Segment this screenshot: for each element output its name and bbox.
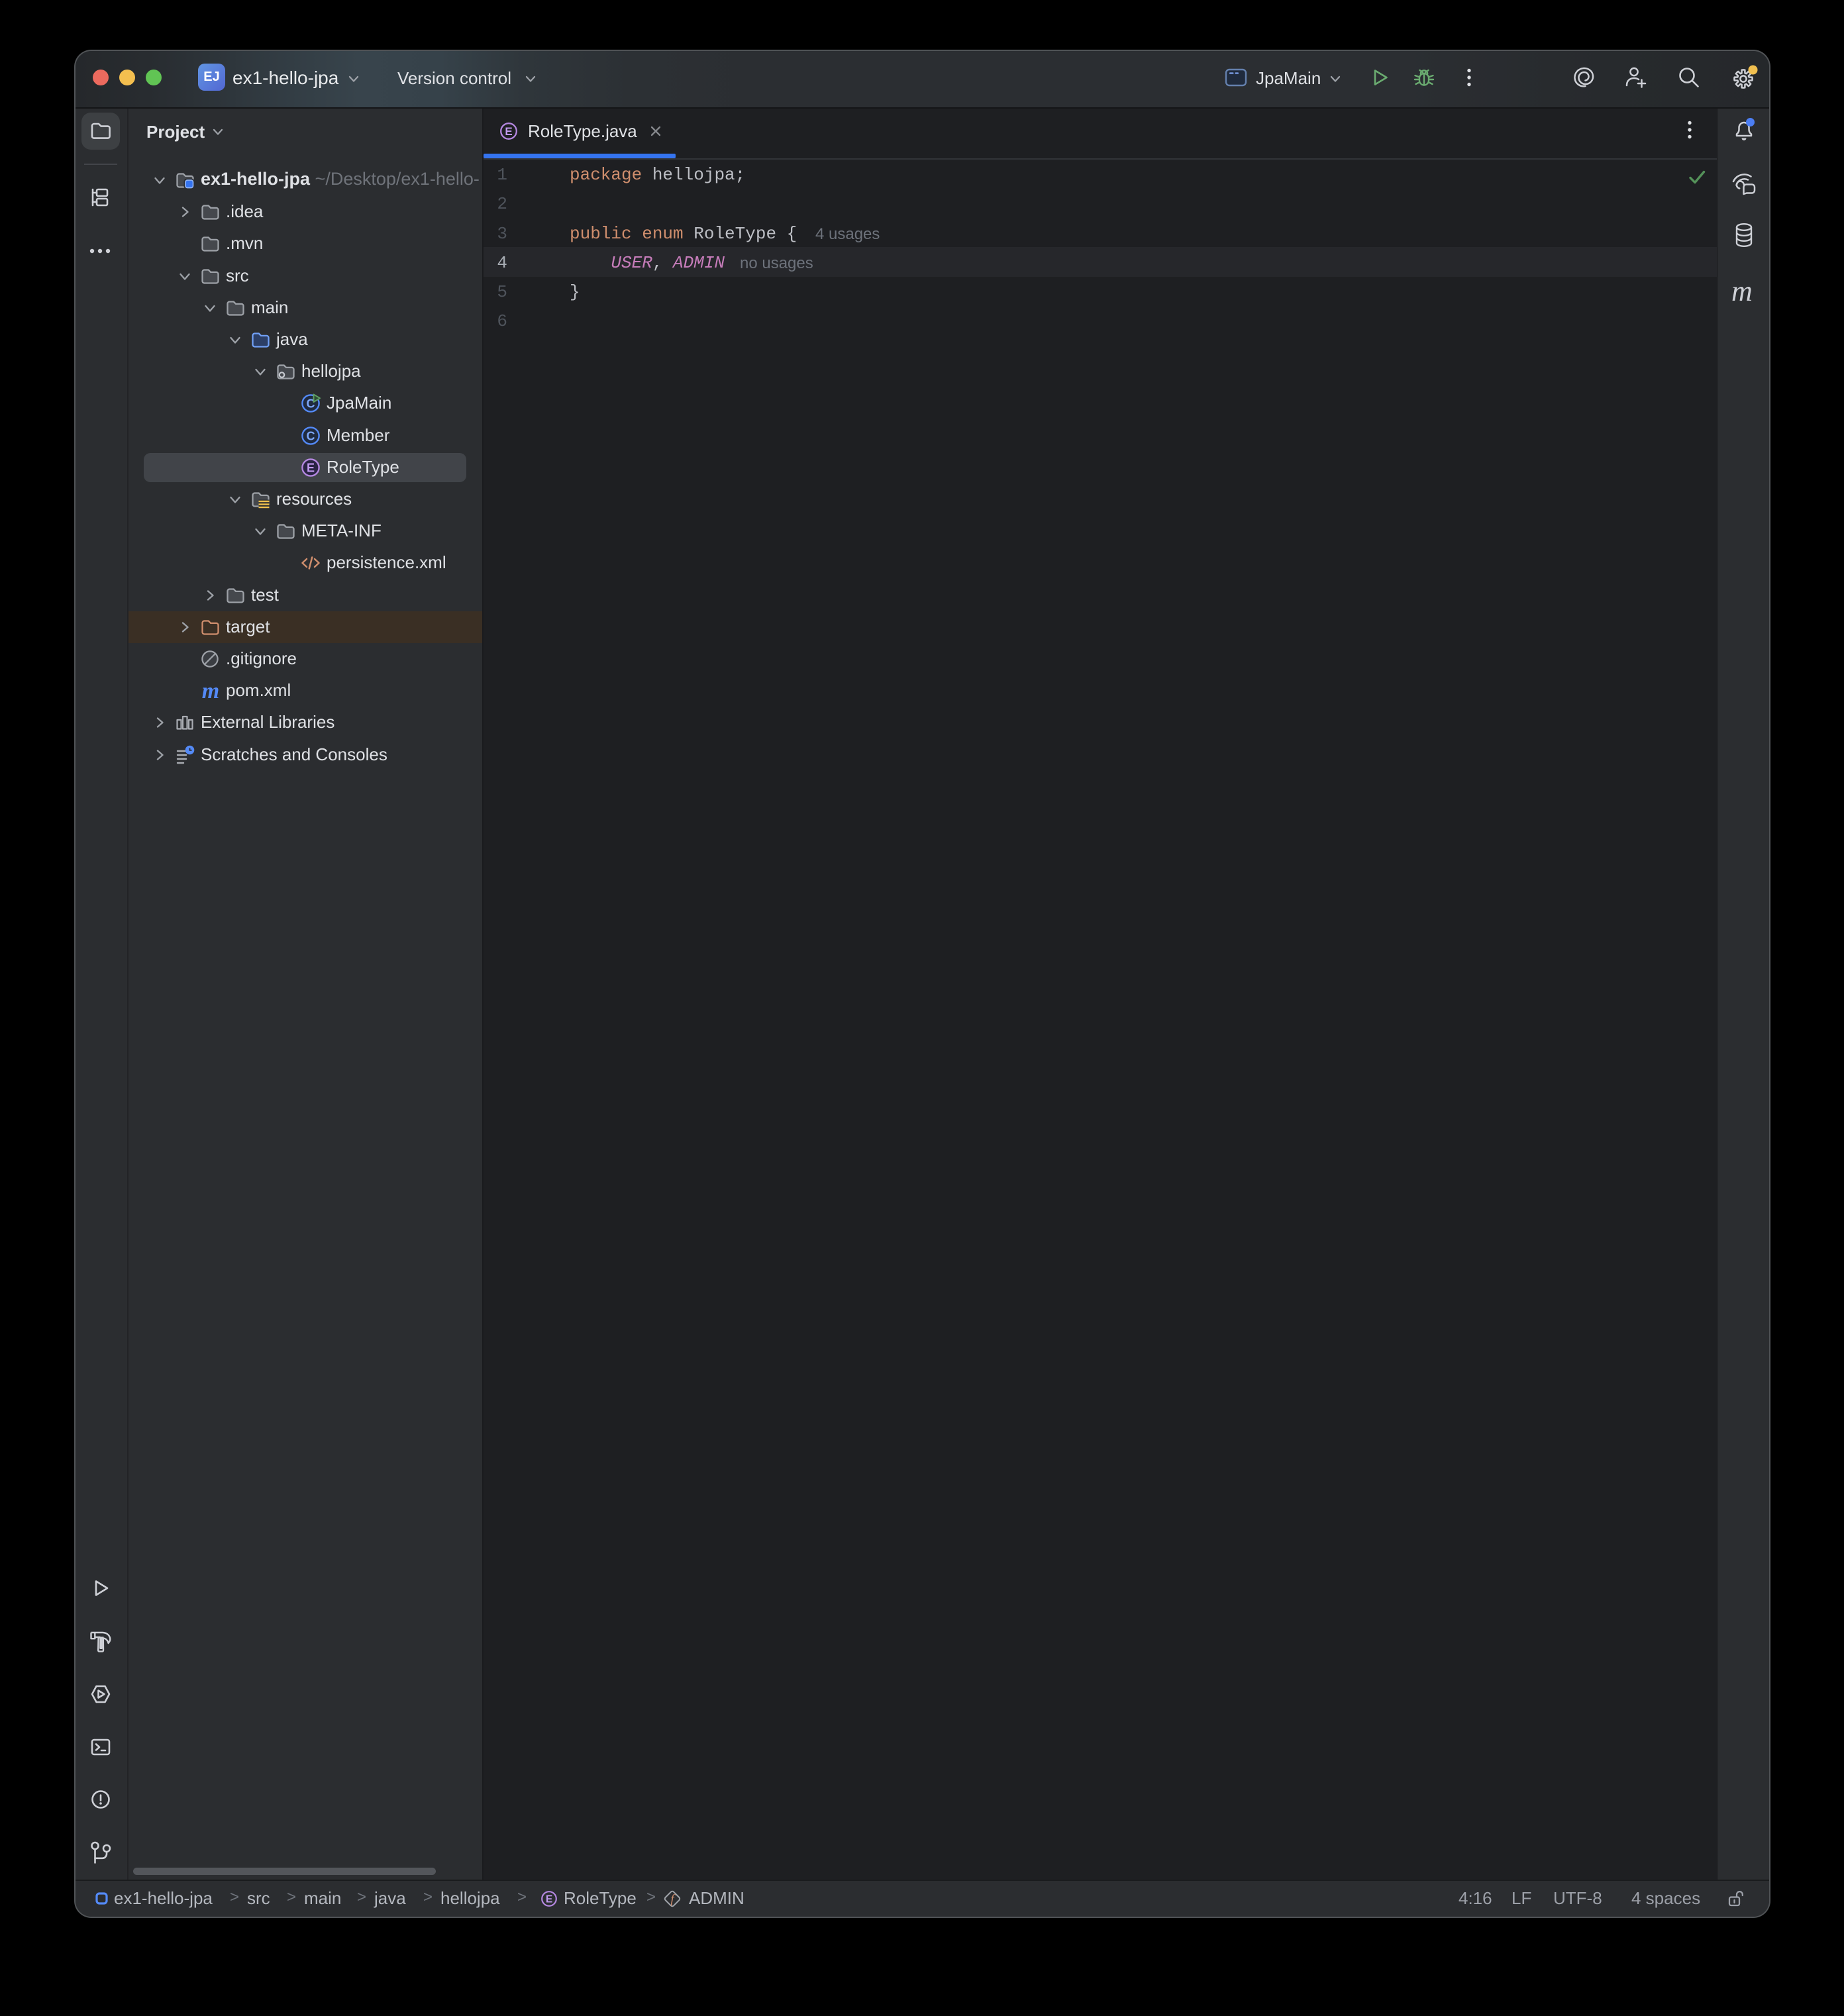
svg-text:E: E [546,1894,552,1905]
svg-text:C: C [307,429,315,442]
svg-text:E: E [505,125,512,138]
svg-text:E: E [307,461,315,474]
svg-text:m: m [202,680,219,703]
